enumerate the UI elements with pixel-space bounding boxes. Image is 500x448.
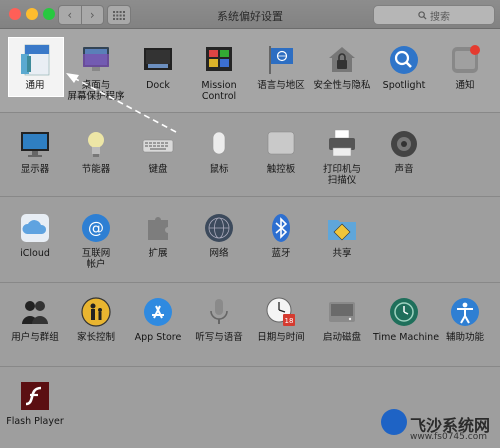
annotation-arrow <box>66 73 177 133</box>
watermark-url: www.fs0745.com <box>410 432 487 442</box>
watermark-logo <box>381 409 407 435</box>
